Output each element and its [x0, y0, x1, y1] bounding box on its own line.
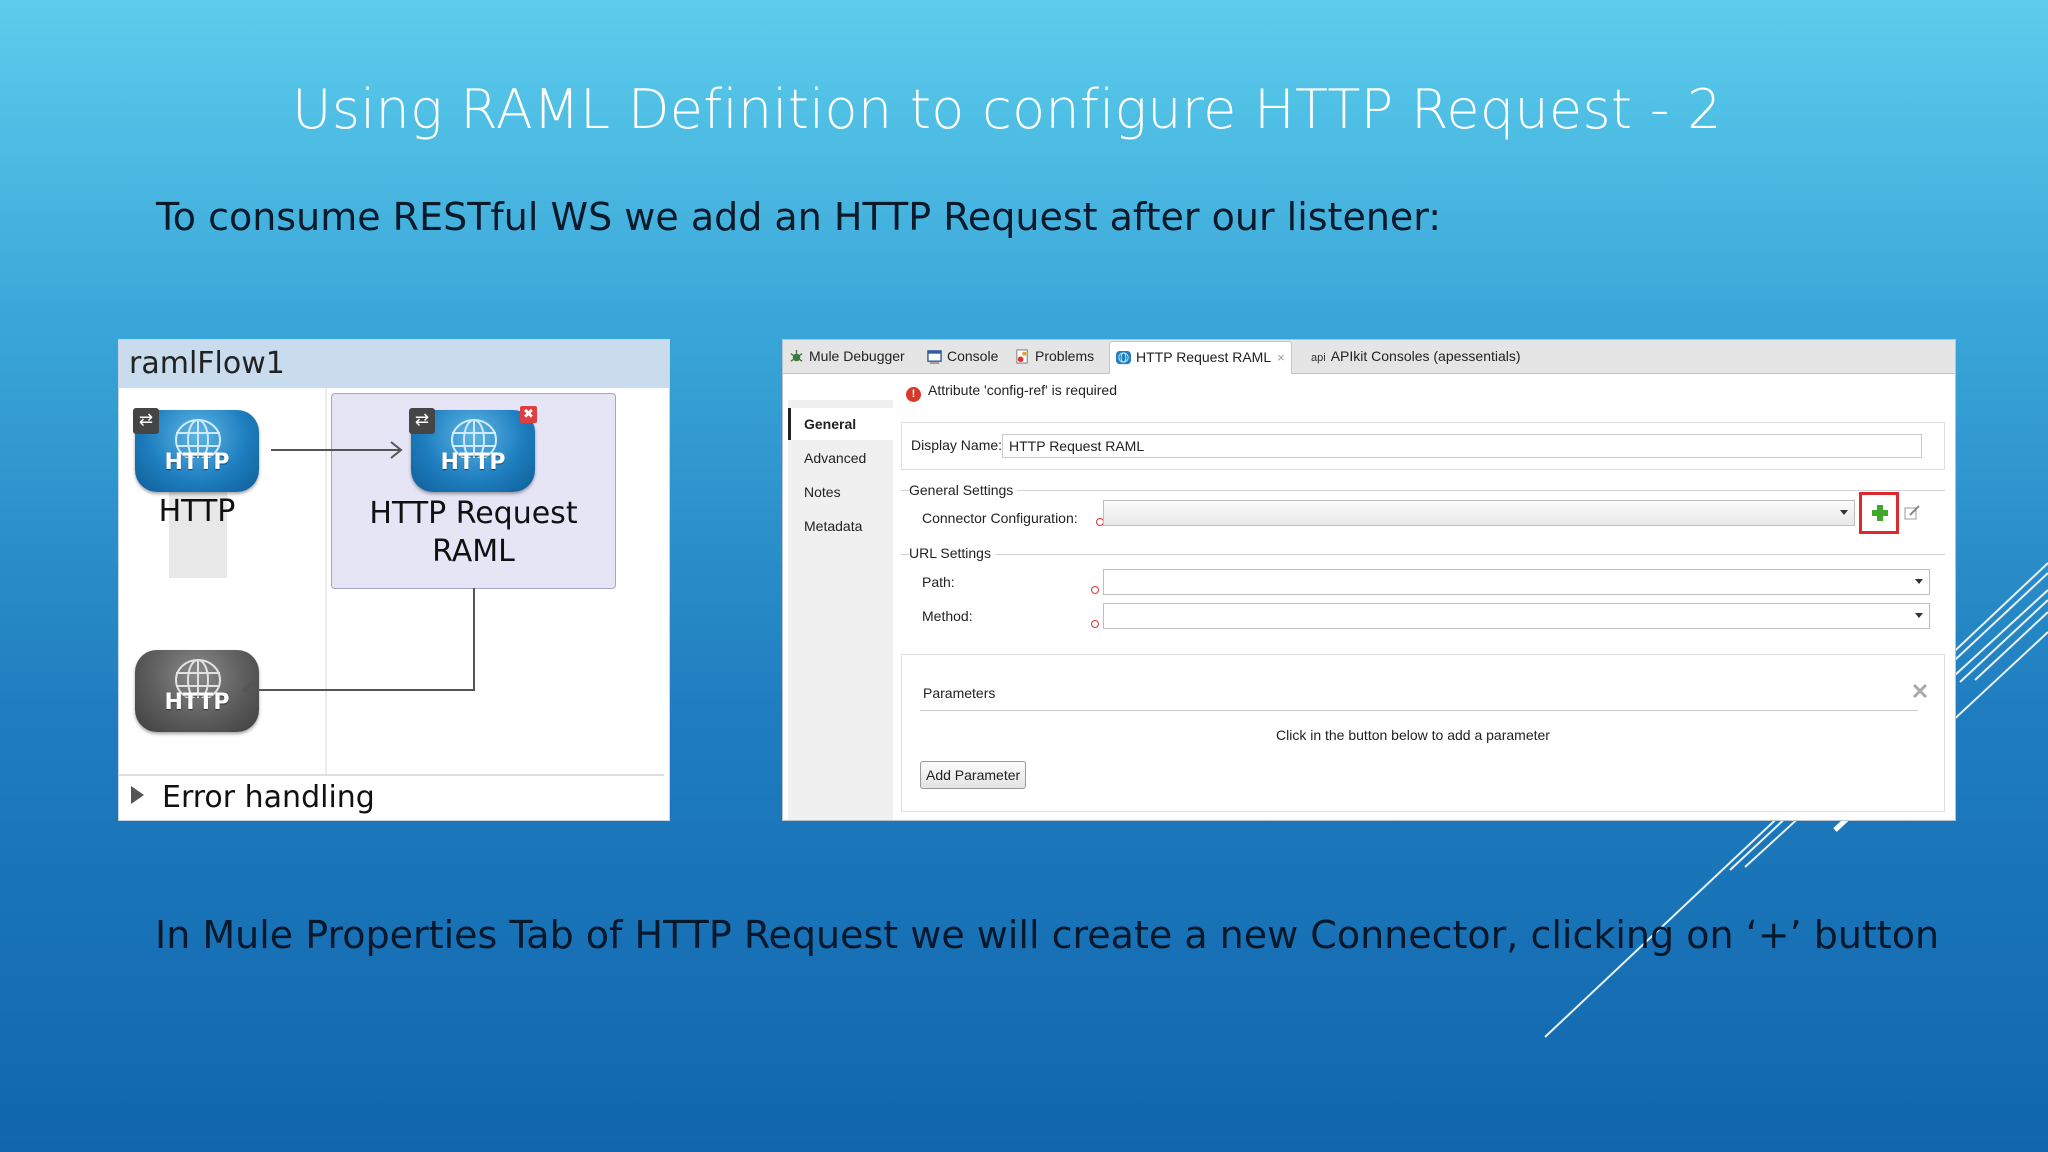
error-handling-label: Error handling [162, 780, 375, 815]
bug-icon [790, 349, 803, 362]
validation-error-text: Attribute 'config-ref' is required [928, 382, 1117, 398]
display-name-input[interactable]: HTTP Request RAML [1002, 434, 1922, 458]
tab-console[interactable]: Console [927, 340, 998, 373]
edit-icon[interactable] [1903, 504, 1921, 522]
properties-panel: Mule Debugger Console Problems HTTP Requ… [782, 339, 1956, 821]
connector-config-label: Connector Configuration: [922, 510, 1078, 526]
general-settings-title: General Settings [909, 482, 1018, 498]
group-divider [901, 554, 1945, 555]
chevron-down-icon [1915, 613, 1923, 618]
flow-connectors [242, 441, 475, 699]
chevron-down-icon [1840, 510, 1848, 515]
tab-console-label: Console [947, 348, 999, 364]
path-select[interactable] [1103, 569, 1930, 595]
sidebar-item-general[interactable]: General [788, 408, 893, 440]
slide-title: Using RAML Definition to configure HTTP … [292, 78, 1722, 141]
plus-icon [1872, 505, 1888, 521]
tab-problems[interactable]: Problems [1015, 340, 1094, 373]
error-handling-section[interactable]: Error handling [131, 780, 375, 815]
tab-apikit-consoles-label: APIkit Consoles (apessentials) [1330, 348, 1521, 364]
problems-icon [1016, 349, 1028, 364]
display-name-label: Display Name: [911, 437, 1003, 453]
group-divider [901, 490, 1945, 491]
tab-bar: Mule Debugger Console Problems HTTP Requ… [783, 340, 1955, 374]
validation-error: ! Attribute 'config-ref' is required [906, 382, 1117, 402]
close-icon[interactable]: × [1277, 350, 1285, 365]
add-parameter-button[interactable]: Add Parameter [920, 761, 1027, 789]
path-label: Path: [922, 574, 955, 590]
globe-icon [1116, 350, 1131, 365]
error-handling-divider [119, 774, 664, 776]
tab-http-request-raml-label: HTTP Request RAML [1136, 349, 1272, 365]
parameters-card: Parameters Click in the button below to … [901, 654, 1945, 812]
method-label: Method: [922, 608, 973, 624]
sidebar-item-metadata[interactable]: Metadata [788, 510, 893, 542]
tab-apikit-consoles[interactable]: api APIkit Consoles (apessentials) [1311, 340, 1521, 373]
api-icon: api [1311, 352, 1326, 364]
slide-subtitle: To consume RESTful WS we add an HTTP Req… [156, 195, 1442, 239]
slide-caption: In Mule Properties Tab of HTTP Request w… [155, 913, 1940, 957]
sidebar-item-advanced[interactable]: Advanced [788, 442, 893, 474]
connector-config-select[interactable] [1103, 500, 1855, 526]
remove-parameter-icon[interactable] [1910, 681, 1930, 701]
chevron-down-icon [1915, 579, 1923, 584]
url-settings-title: URL Settings [909, 545, 995, 561]
error-icon: ! [906, 387, 921, 402]
flow-canvas: ramlFlow1 HTTP ⇄ HTTP HTTP ⇄ ✖ HTTP Requ… [118, 339, 670, 821]
tab-http-request-raml[interactable]: HTTP Request RAML × [1109, 341, 1292, 374]
required-marker-icon [1091, 620, 1099, 628]
expand-triangle-icon[interactable] [131, 786, 144, 804]
required-marker-icon [1091, 586, 1099, 594]
parameters-divider [920, 710, 1918, 711]
parameters-title: Parameters [923, 685, 996, 701]
method-select[interactable] [1103, 603, 1930, 629]
tab-mule-debugger-label: Mule Debugger [809, 348, 905, 364]
tab-problems-label: Problems [1035, 348, 1095, 364]
add-connector-button[interactable] [1859, 492, 1899, 534]
properties-sidebar: General Advanced Notes Metadata [788, 400, 893, 820]
tab-mule-debugger[interactable]: Mule Debugger [789, 340, 905, 373]
parameters-hint: Click in the button below to add a param… [1276, 727, 1550, 743]
display-name-card: Display Name: HTTP Request RAML [901, 422, 1945, 470]
console-icon [927, 350, 942, 364]
sidebar-item-notes[interactable]: Notes [788, 476, 893, 508]
